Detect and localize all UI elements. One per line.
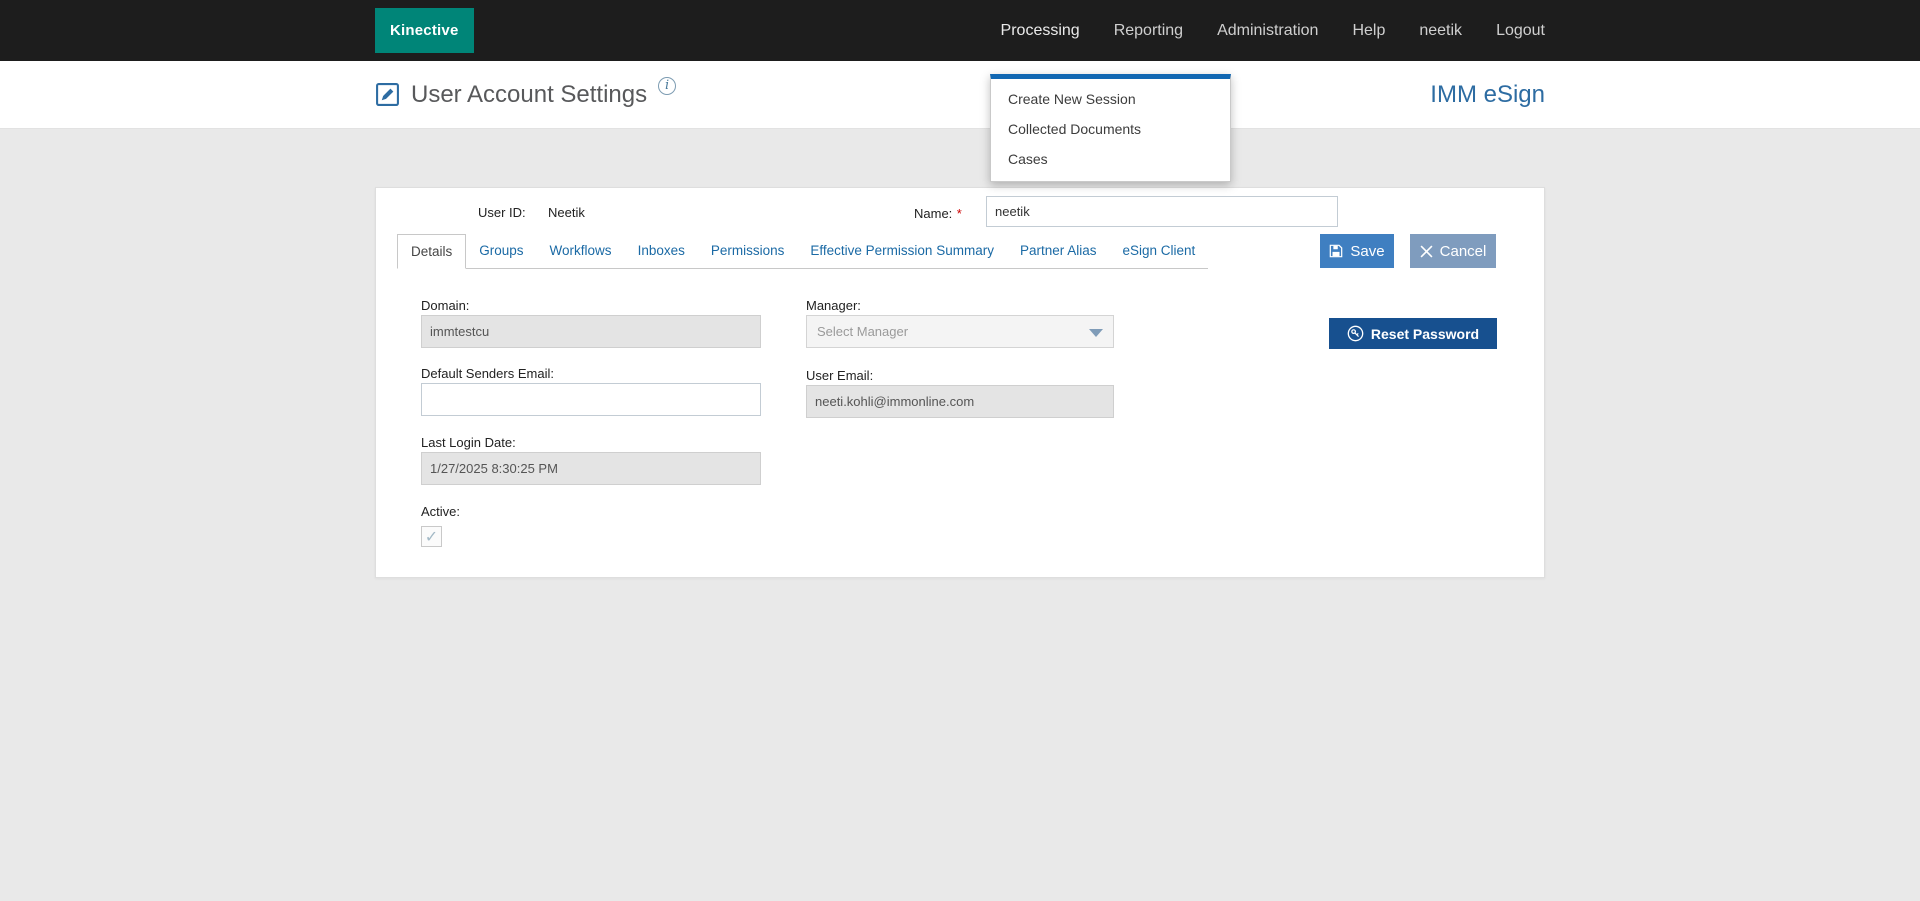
nav-item-help[interactable]: Help [1352, 22, 1385, 40]
nav-item-logout[interactable]: Logout [1496, 22, 1545, 40]
cancel-button[interactable]: Cancel [1410, 234, 1496, 268]
name-label: Name: * [914, 205, 962, 223]
manager-select: Select Manager [806, 315, 1114, 348]
active-label: Active: [421, 504, 460, 519]
user-account-card: User ID: Neetik Name: * Details Groups W… [375, 187, 1545, 578]
user-email-input [806, 385, 1114, 418]
nav-item-username[interactable]: neetik [1419, 22, 1462, 40]
edit-document-icon [375, 82, 400, 107]
nav-item-administration[interactable]: Administration [1217, 22, 1318, 40]
chevron-down-icon [1089, 329, 1103, 337]
default-senders-email-label: Default Senders Email: [421, 366, 554, 381]
active-checkbox: ✓ [421, 526, 442, 547]
reset-password-button[interactable]: Reset Password [1329, 318, 1497, 349]
nav-item-reporting[interactable]: Reporting [1114, 22, 1183, 40]
required-asterisk: * [957, 206, 962, 221]
cancel-x-icon [1420, 245, 1433, 258]
check-icon: ✓ [425, 527, 438, 547]
nav-item-processing[interactable]: Processing [1001, 22, 1080, 40]
save-icon [1329, 244, 1343, 258]
user-email-label: User Email: [806, 368, 873, 383]
last-login-date-input [421, 452, 761, 485]
page-title: User Account Settings [411, 81, 647, 109]
domain-input [421, 315, 761, 348]
last-login-date-label: Last Login Date: [421, 435, 516, 450]
tab-partner-alias[interactable]: Partner Alias [1007, 234, 1110, 268]
tab-permissions[interactable]: Permissions [698, 234, 798, 268]
info-icon[interactable]: i [658, 77, 676, 95]
tab-workflows[interactable]: Workflows [537, 234, 625, 268]
key-icon [1347, 325, 1364, 342]
tab-groups[interactable]: Groups [466, 234, 536, 268]
manager-placeholder: Select Manager [817, 324, 908, 339]
page-header: User Account Settings i IMM eSign [0, 61, 1920, 129]
topbar: Kinective Processing Reporting Administr… [0, 0, 1920, 61]
user-id-label: User ID: [478, 205, 526, 220]
tab-effective-permission-summary[interactable]: Effective Permission Summary [797, 234, 1007, 268]
save-button[interactable]: Save [1320, 234, 1394, 268]
manager-label: Manager: [806, 298, 861, 313]
main-content: User ID: Neetik Name: * Details Groups W… [0, 129, 1920, 578]
user-id-value: Neetik [548, 205, 585, 220]
brand-imm-esign: IMM eSign [1430, 81, 1545, 109]
tab-bar: Details Groups Workflows Inboxes Permiss… [397, 234, 1208, 269]
menu-item-collected-documents[interactable]: Collected Documents [991, 114, 1230, 144]
menu-item-create-new-session[interactable]: Create New Session [991, 84, 1230, 114]
domain-label: Domain: [421, 298, 469, 313]
tab-esign-client[interactable]: eSign Client [1110, 234, 1209, 268]
top-nav: Processing Reporting Administration Help… [1001, 22, 1545, 40]
processing-dropdown-menu: Create New Session Collected Documents C… [990, 74, 1231, 182]
name-input[interactable] [986, 196, 1338, 227]
tab-details[interactable]: Details [397, 234, 466, 269]
menu-item-cases[interactable]: Cases [991, 144, 1230, 174]
default-senders-email-input[interactable] [421, 383, 761, 416]
kinective-logo[interactable]: Kinective [375, 8, 474, 53]
tab-inboxes[interactable]: Inboxes [625, 234, 698, 268]
